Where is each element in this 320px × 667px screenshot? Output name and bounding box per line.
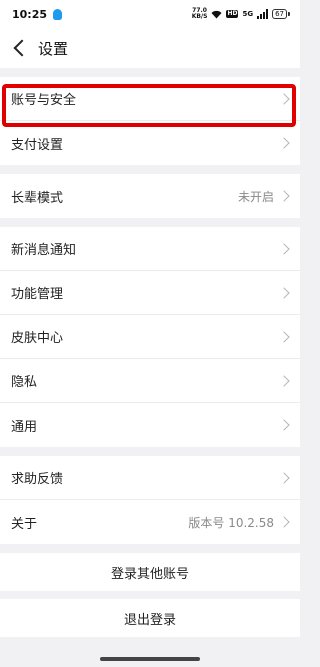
battery-level: 67 <box>272 9 287 19</box>
privacy-label: 隐私 <box>11 375 38 390</box>
account-section: 账号与安全 支付设置 <box>0 77 300 165</box>
skin-center-item[interactable]: 皮肤中心 <box>0 315 300 359</box>
signal-icon <box>257 9 269 19</box>
status-bar: 10:25 77.0 KB/S HD 5G 67 <box>0 0 300 28</box>
wifi-icon <box>211 10 222 18</box>
general-settings-label: 通用 <box>11 419 38 435</box>
about-label: 关于 <box>11 516 38 532</box>
feature-management-item[interactable]: 功能管理 <box>0 271 300 315</box>
help-section: 求助反馈 关于 版本号 10.2.58 <box>0 456 300 544</box>
chevron-right-icon <box>278 419 290 431</box>
nav-bar: 设置 <box>0 28 300 68</box>
notifications-item[interactable]: 新消息通知 <box>0 227 300 271</box>
chevron-right-icon <box>278 286 290 299</box>
elder-mode-item[interactable]: 长辈模式 未开启 <box>0 174 300 218</box>
chevron-right-icon <box>278 374 290 387</box>
account-security-item[interactable]: 账号与安全 <box>0 77 300 121</box>
status-time: 10:25 <box>12 7 48 21</box>
login-other-account-button[interactable]: 登录其他账号 <box>0 553 300 591</box>
status-indicators: 77.0 KB/S HD 5G 67 <box>192 8 290 20</box>
chevron-right-icon <box>278 330 290 343</box>
chevron-right-icon <box>278 516 290 528</box>
battery-icon: 67 <box>272 9 290 19</box>
network-speed-unit: KB/S <box>191 13 208 20</box>
feature-management-label: 功能管理 <box>11 287 64 302</box>
logout-button[interactable]: 退出登录 <box>0 599 300 637</box>
back-arrow-icon[interactable] <box>13 39 31 57</box>
payment-settings-item[interactable]: 支付设置 <box>0 121 300 165</box>
privacy-item[interactable]: 隐私 <box>0 359 300 403</box>
home-indicator[interactable] <box>100 657 200 661</box>
elder-mode-label: 长辈模式 <box>11 190 64 206</box>
hd-badge: HD <box>226 10 239 18</box>
account-security-label: 账号与安全 <box>11 93 77 108</box>
skin-center-label: 皮肤中心 <box>11 331 64 346</box>
elder-mode-value: 未开启 <box>237 189 274 204</box>
help-feedback-label: 求助反馈 <box>11 472 64 487</box>
payment-settings-label: 支付设置 <box>11 137 64 153</box>
chevron-right-icon <box>278 92 290 105</box>
elder-mode-section: 长辈模式 未开启 <box>0 174 300 218</box>
chevron-right-icon <box>278 242 290 255</box>
version-number: 版本号 10.2.58 <box>188 515 274 530</box>
page-title: 设置 <box>38 39 69 58</box>
general-settings-item[interactable]: 通用 <box>0 403 300 447</box>
chevron-right-icon <box>278 137 290 149</box>
network-speed: 77.0 KB/S <box>192 8 208 20</box>
notifications-label: 新消息通知 <box>11 243 77 258</box>
help-feedback-item[interactable]: 求助反馈 <box>0 456 300 500</box>
network-type-label: 5G <box>242 10 254 18</box>
chevron-right-icon <box>278 471 290 484</box>
qq-notification-icon <box>53 8 63 20</box>
general-section: 新消息通知 功能管理 皮肤中心 隐私 通用 <box>0 227 300 447</box>
chevron-right-icon <box>278 190 290 202</box>
about-item[interactable]: 关于 版本号 10.2.58 <box>0 500 300 544</box>
